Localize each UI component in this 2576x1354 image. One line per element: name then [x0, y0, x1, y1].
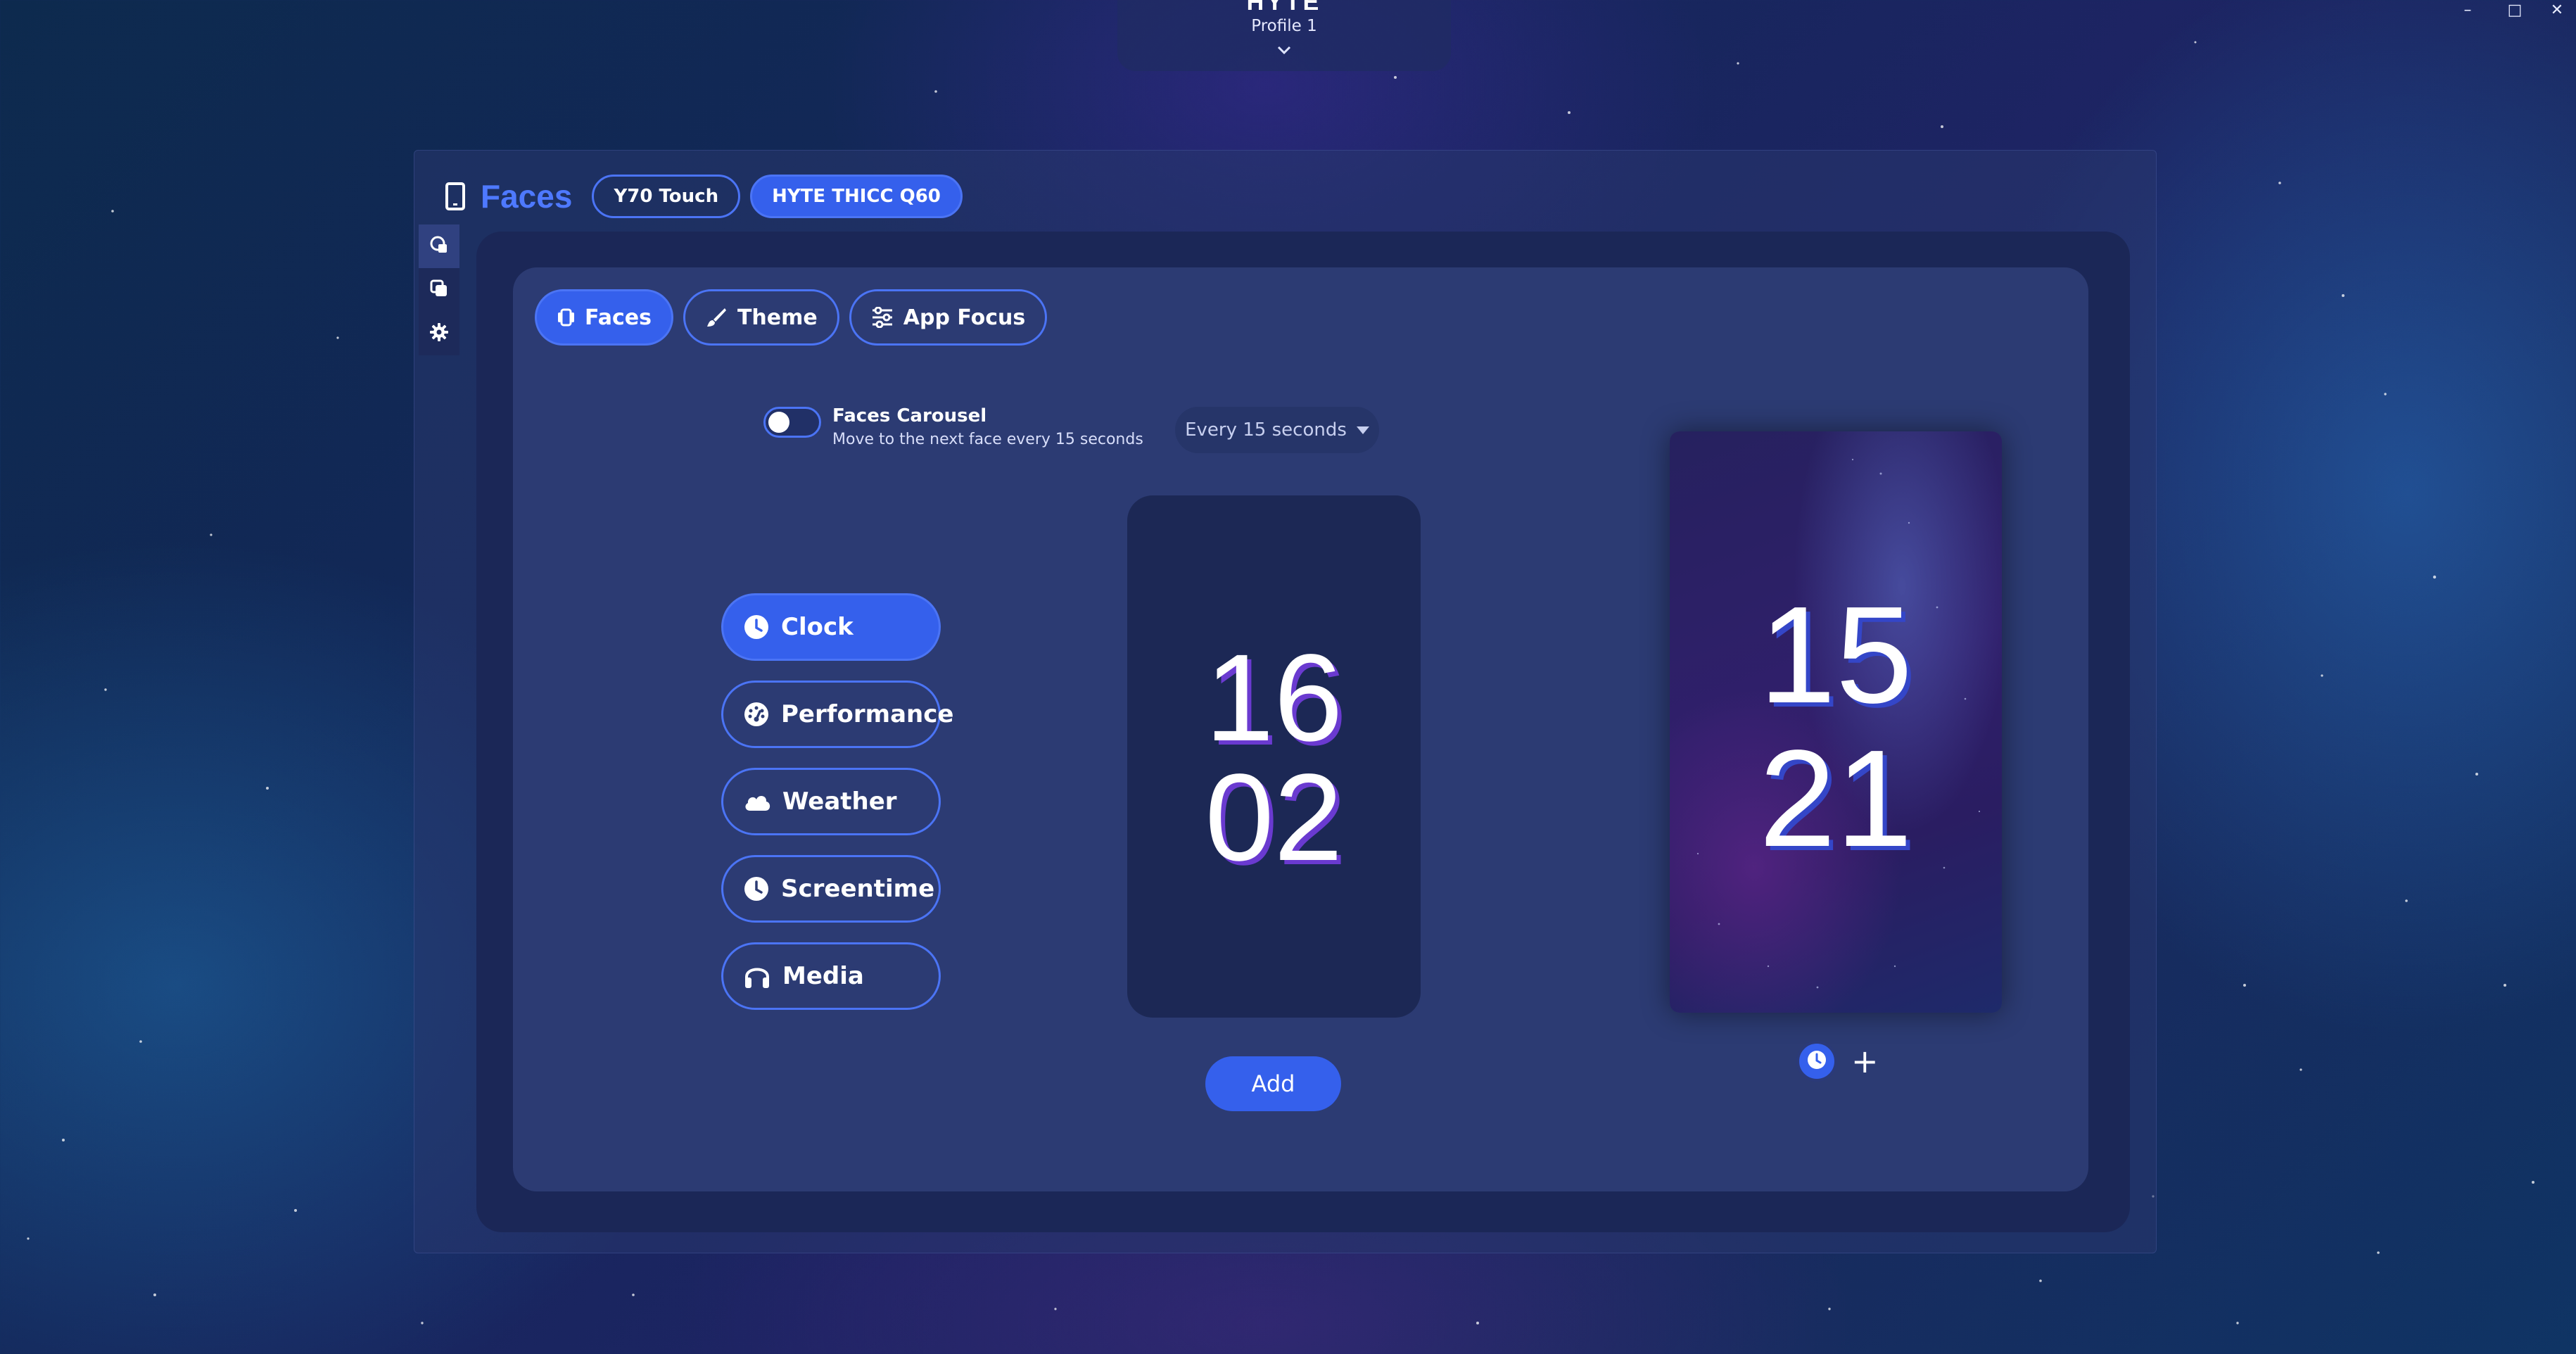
- device-tab-y70-touch[interactable]: Y70 Touch: [592, 175, 741, 218]
- layers-icon: [429, 279, 449, 301]
- brand-logo: HYTE: [1246, 0, 1322, 15]
- tab-faces[interactable]: Faces: [535, 289, 673, 346]
- tab-app-focus-label: App Focus: [903, 305, 1026, 330]
- faces-carousel-title: Faces Carousel: [832, 405, 987, 426]
- faces-carousel-setting: Faces Carousel Move to the next face eve…: [763, 405, 1143, 448]
- face-media-label: Media: [782, 962, 864, 990]
- face-clock-button[interactable]: Clock: [721, 593, 941, 661]
- preview-hour: 16: [1205, 629, 1343, 767]
- gear-icon: [429, 322, 449, 345]
- preview-minute: 02: [1205, 749, 1343, 887]
- device-tab-thicc-q60[interactable]: HYTE THICC Q60: [750, 175, 963, 218]
- face-performance-button[interactable]: Performance: [721, 681, 953, 748]
- carousel-interval-dropdown[interactable]: Every 15 seconds: [1175, 407, 1379, 453]
- device-screen-preview: 15 21: [1670, 431, 2002, 1013]
- face-media-button[interactable]: Media: [721, 942, 941, 1010]
- face-clock-label: Clock: [781, 613, 854, 641]
- faces-tab-icon: [557, 308, 575, 327]
- clock-icon: [743, 614, 770, 640]
- face-screentime-button[interactable]: Screentime: [721, 855, 941, 923]
- tab-theme-label: Theme: [737, 305, 818, 330]
- device-face-controls: +: [1796, 1041, 1879, 1082]
- content-panel: Faces Theme App Focus Faces Carousel Mov…: [513, 267, 2088, 1191]
- profile-selector[interactable]: HYTE Profile 1: [1117, 0, 1451, 71]
- side-nav-faces[interactable]: [419, 224, 459, 268]
- side-nav: [419, 224, 459, 355]
- page-title: Faces: [481, 178, 573, 215]
- add-face-button[interactable]: Add: [1205, 1056, 1341, 1111]
- maximize-button[interactable]: □: [2493, 0, 2537, 20]
- face-weather-label: Weather: [782, 787, 897, 816]
- device-minute: 21: [1758, 721, 1912, 875]
- sliders-icon: [871, 307, 894, 328]
- faces-carousel-toggle[interactable]: [763, 407, 821, 438]
- tab-faces-label: Faces: [585, 305, 652, 330]
- close-button[interactable]: ✕: [2535, 0, 2576, 20]
- side-nav-settings[interactable]: [419, 312, 459, 355]
- device-phone-icon: [445, 182, 465, 210]
- screentime-clock-icon: [743, 875, 770, 902]
- chevron-down-icon[interactable]: [1117, 41, 1451, 58]
- headphones-icon: [743, 963, 771, 989]
- device-clock-face-button[interactable]: [1796, 1041, 1837, 1082]
- clock-face-preview: 16 02: [1127, 495, 1421, 1018]
- faces-icon: [429, 235, 449, 258]
- tab-app-focus[interactable]: App Focus: [849, 289, 1048, 346]
- sub-tab-bar: Faces Theme App Focus: [535, 289, 1057, 346]
- minimize-button[interactable]: –: [2446, 0, 2489, 20]
- face-type-list: Clock Performance Weather Screentime Med…: [721, 593, 953, 1030]
- cloud-icon: [743, 791, 771, 812]
- face-performance-label: Performance: [781, 700, 954, 728]
- caret-down-icon: [1356, 426, 1369, 434]
- add-face-plus-button[interactable]: +: [1851, 1045, 1879, 1077]
- clock-icon: [1806, 1049, 1827, 1073]
- face-weather-button[interactable]: Weather: [721, 768, 941, 835]
- faces-carousel-description: Move to the next face every 15 seconds: [832, 431, 1143, 448]
- brush-icon: [705, 306, 728, 329]
- carousel-interval-value: Every 15 seconds: [1185, 419, 1347, 441]
- device-hour: 15: [1758, 578, 1912, 732]
- content-frame: Faces Theme App Focus Faces Carousel Mov…: [476, 232, 2130, 1232]
- face-screentime-label: Screentime: [781, 875, 935, 903]
- gauge-icon: [743, 701, 770, 728]
- window-header: Faces Y70 Touch HYTE THICC Q60: [445, 172, 972, 221]
- profile-name: Profile 1: [1251, 17, 1317, 35]
- faces-window: Faces Y70 Touch HYTE THICC Q60 Faces The…: [414, 150, 2157, 1253]
- tab-theme[interactable]: Theme: [683, 289, 839, 346]
- side-nav-layers[interactable]: [419, 268, 459, 312]
